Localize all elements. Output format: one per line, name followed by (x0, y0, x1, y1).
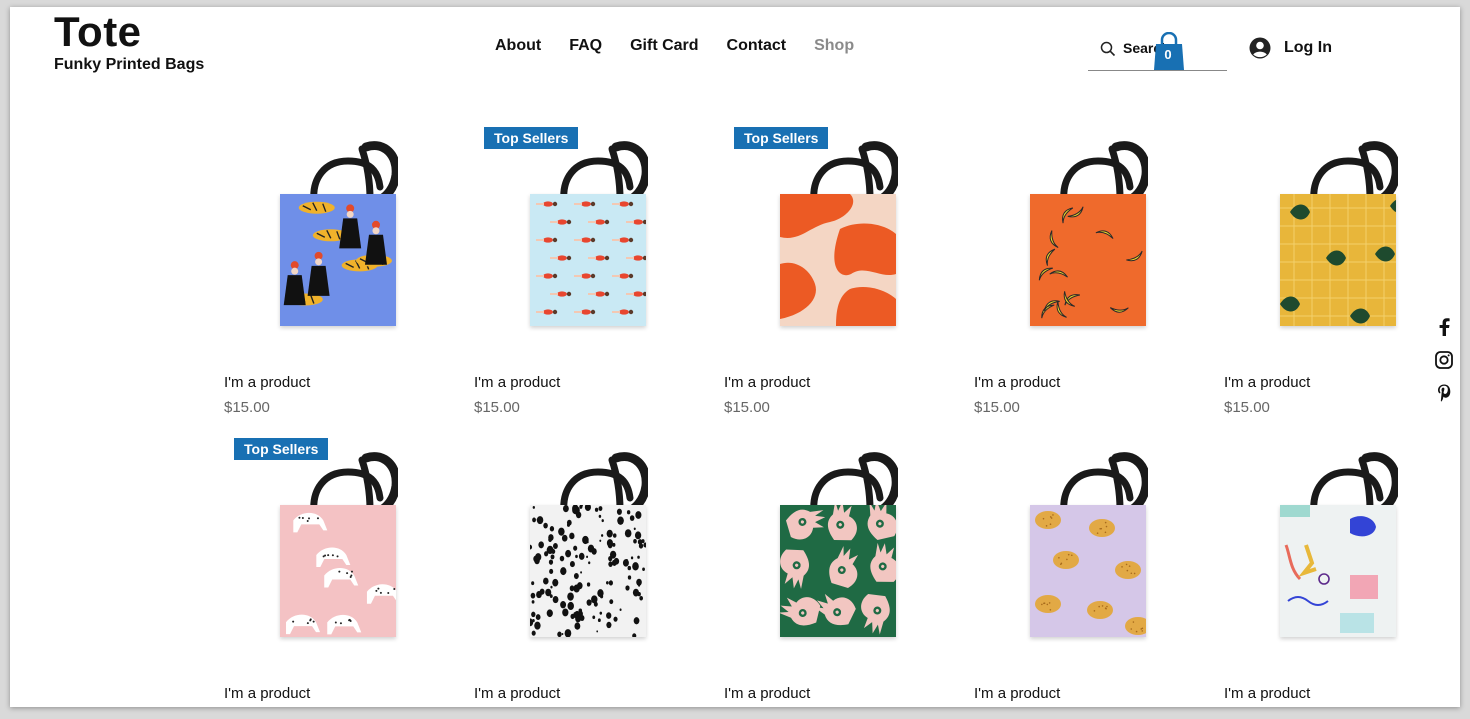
product-name[interactable]: I'm a product (224, 374, 310, 391)
product-grid: I'm a product $15.00 Top Sellers I'm a pro… (224, 127, 1460, 707)
product-image[interactable] (776, 452, 916, 637)
login-button[interactable]: Log In (1249, 37, 1332, 59)
product-card[interactable]: I'm a product (974, 438, 1224, 707)
nav-shop[interactable]: Shop (814, 37, 854, 55)
product-image[interactable] (1276, 141, 1416, 326)
site-logo[interactable]: Tote Funky Printed Bags (54, 9, 204, 74)
logo-subtitle: Funky Printed Bags (54, 56, 205, 73)
product-card[interactable]: I'm a product (1224, 438, 1460, 707)
product-card[interactable]: I'm a product (474, 438, 724, 707)
nav-contact[interactable]: Contact (727, 37, 787, 55)
product-price: $15.00 (474, 399, 520, 416)
main-nav: About FAQ Gift Card Contact Shop (495, 37, 854, 55)
product-card[interactable]: I'm a product $15.00 (974, 127, 1224, 438)
product-card[interactable]: Top Sellers I'm a product $15.00 (474, 127, 724, 438)
product-image[interactable] (1276, 452, 1416, 637)
product-price: $15.00 (974, 399, 1020, 416)
bag-print (1030, 505, 1146, 637)
product-name[interactable]: I'm a product (1224, 374, 1310, 391)
nav-faq[interactable]: FAQ (569, 37, 602, 55)
nav-about[interactable]: About (495, 37, 541, 55)
product-card[interactable]: I'm a product (724, 438, 974, 707)
product-image[interactable] (1026, 452, 1166, 637)
cart-button[interactable]: 0 (1153, 31, 1185, 70)
product-price: $15.00 (224, 399, 270, 416)
user-avatar-icon (1249, 37, 1271, 59)
bag-print (530, 505, 646, 637)
top-sellers-badge: Top Sellers (484, 127, 579, 149)
search-icon (1100, 41, 1116, 57)
bag-print (530, 194, 646, 326)
product-name[interactable]: I'm a product (974, 374, 1060, 391)
bag-print (280, 505, 396, 637)
top-sellers-badge: Top Sellers (234, 438, 329, 460)
product-name[interactable]: I'm a product (724, 685, 810, 702)
product-name[interactable]: I'm a product (974, 685, 1060, 702)
bag-print (780, 194, 896, 326)
bag-print (280, 194, 396, 326)
product-card[interactable]: Top Sellers I'm a product (224, 438, 474, 707)
bag-print (1280, 194, 1396, 326)
product-name[interactable]: I'm a product (474, 685, 560, 702)
top-sellers-badge: Top Sellers (734, 127, 829, 149)
bag-print (780, 505, 896, 637)
product-card[interactable]: Top Sellers I'm a product $15.00 (724, 127, 974, 438)
product-image[interactable] (276, 141, 416, 326)
bag-print (1280, 505, 1396, 637)
product-row: Top Sellers I'm a product I'm a product … (224, 438, 1460, 707)
cart-count: 0 (1164, 47, 1172, 62)
product-image[interactable] (1026, 141, 1166, 326)
product-card[interactable]: I'm a product $15.00 (1224, 127, 1460, 438)
logo-title[interactable]: Tote (54, 9, 204, 55)
product-name[interactable]: I'm a product (474, 374, 560, 391)
product-image[interactable] (776, 141, 916, 326)
product-name[interactable]: I'm a product (224, 685, 310, 702)
product-card[interactable]: I'm a product $15.00 (224, 127, 474, 438)
product-name[interactable]: I'm a product (1224, 685, 1310, 702)
nav-gift-card[interactable]: Gift Card (630, 37, 698, 55)
product-image[interactable] (276, 452, 416, 637)
product-price: $15.00 (1224, 399, 1270, 416)
product-name[interactable]: I'm a product (724, 374, 810, 391)
login-label[interactable]: Log In (1284, 39, 1332, 57)
page-frame: Tote Funky Printed Bags About FAQ Gift C… (10, 7, 1460, 707)
product-image[interactable] (526, 141, 666, 326)
product-image[interactable] (526, 452, 666, 637)
product-price: $15.00 (724, 399, 770, 416)
bag-print (1030, 194, 1146, 326)
product-row: I'm a product $15.00 Top Sellers I'm a pro… (224, 127, 1460, 438)
